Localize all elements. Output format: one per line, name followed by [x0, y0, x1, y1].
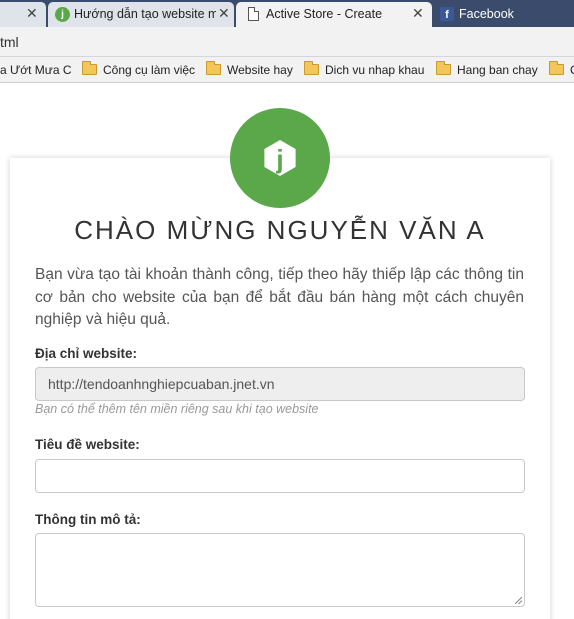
- website-title-label: Tiêu đề website:: [35, 437, 140, 452]
- address-bar[interactable]: tml: [0, 27, 574, 57]
- browser-tab-strip: ✕ j Hướng dẫn tạo website m ✕ Active Sto…: [0, 0, 574, 27]
- bookmark-label: Hang ban chay: [457, 63, 538, 77]
- page-content: j CHÀO MỪNG NGUYỄN VĂN A Bạn vừa tạo tài…: [0, 84, 574, 619]
- tab-close-icon[interactable]: ✕: [26, 5, 38, 21]
- jnet-logo-icon: j: [264, 140, 296, 176]
- website-address-hint: Bạn có thể thêm tên miền riêng sau khi t…: [35, 402, 319, 416]
- tab-title: Hướng dẫn tạo website m: [74, 7, 216, 21]
- jnet-logo: j: [230, 108, 330, 208]
- browser-tab-active-store[interactable]: Active Store - Create ✕: [236, 2, 432, 27]
- bookmark-folder-hang-ban-chay[interactable]: Hang ban chay: [436, 61, 538, 78]
- folder-icon: [206, 61, 221, 75]
- browser-tab-facebook[interactable]: f Facebook: [434, 2, 574, 27]
- bookmark-item[interactable]: a Ướt Mưa C: [0, 62, 72, 78]
- bookmark-label: C: [570, 63, 574, 77]
- website-address-label: Địa chỉ website:: [35, 346, 138, 361]
- bookmark-label: Dich vu nhap khau: [325, 63, 425, 77]
- bookmark-folder-dich-vu[interactable]: Dich vu nhap khau: [304, 61, 425, 78]
- tab-title: Active Store - Create: [266, 7, 383, 21]
- bookmark-label: a Ướt Mưa C: [0, 63, 72, 77]
- tab-close-icon[interactable]: ✕: [412, 5, 424, 21]
- intro-text: Bạn vừa tạo tài khoản thành công, tiếp t…: [35, 266, 524, 328]
- bookmark-label: Website hay: [227, 63, 293, 77]
- browser-tab-previous[interactable]: ✕: [0, 2, 46, 27]
- bookmark-folder-cong-cu[interactable]: Công cụ làm việc: [82, 61, 196, 78]
- page-title: CHÀO MỪNG NGUYỄN VĂN A: [74, 215, 486, 245]
- folder-icon: [549, 61, 564, 75]
- bookmark-label: Công cụ làm việc: [103, 63, 196, 77]
- bookmark-folder-more[interactable]: C: [549, 61, 574, 78]
- description-textarea[interactable]: [35, 533, 525, 607]
- description-label: Thông tin mô tả:: [35, 512, 141, 527]
- bookmark-folder-website-hay[interactable]: Website hay: [206, 61, 293, 78]
- folder-icon: [82, 61, 97, 75]
- facebook-icon: f: [440, 7, 454, 21]
- address-input[interactable]: tml: [0, 34, 19, 50]
- tab-close-icon[interactable]: ✕: [218, 5, 230, 21]
- folder-icon: [436, 61, 451, 75]
- bookmarks-bar: a Ướt Mưa C Công cụ làm việc Website hay…: [0, 57, 574, 83]
- website-title-input[interactable]: [35, 459, 525, 493]
- tab-title: Facebook: [459, 7, 514, 21]
- website-address-field[interactable]: [35, 367, 525, 401]
- browser-tab-huong-dan[interactable]: j Hướng dẫn tạo website m ✕: [48, 2, 234, 27]
- document-icon: [248, 7, 259, 21]
- logo-letter: j: [275, 144, 283, 174]
- jnet-favicon-icon: j: [55, 7, 70, 22]
- resize-grip-icon[interactable]: [515, 597, 522, 604]
- folder-icon: [304, 61, 319, 75]
